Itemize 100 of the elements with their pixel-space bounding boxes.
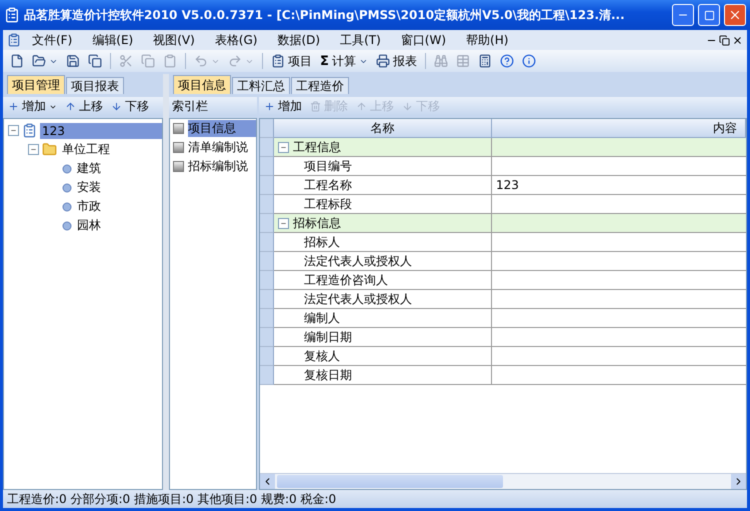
menu-item[interactable]: 表格(G) [206, 32, 266, 48]
undo-icon [194, 54, 208, 68]
toolbar-button[interactable]: 报表 [372, 51, 420, 71]
collapse-toggle[interactable] [8, 125, 19, 136]
document-icon [7, 33, 21, 47]
toolbar-button[interactable]: 下移 [109, 98, 151, 115]
row-header [260, 328, 274, 347]
toolbar-button[interactable]: 增加 [262, 98, 304, 115]
row-header [260, 214, 274, 233]
toolbar-button[interactable]: 增加 [6, 98, 59, 115]
status-bar: 工程造价:0 分部分项:0 措施项目:0 其他项目:0 规费:0 税金:0 [3, 490, 747, 508]
index-header: 索引栏 [169, 97, 257, 116]
menu-item[interactable]: 数据(D) [268, 32, 330, 48]
table-cell: 复核日期 [274, 366, 492, 385]
tab[interactable]: 工程造价 [291, 77, 349, 94]
binoculars-icon [434, 54, 448, 68]
window-title: 品茗胜算造价计控软件2010 V5.0.0.7371 - [C:\PinMing\PMSS\2010定额杭州V5.0\我的工程\123.清... [24, 6, 626, 24]
square-icon [173, 161, 184, 172]
tree-item[interactable]: 安装 [75, 178, 103, 197]
close-icon[interactable] [732, 34, 743, 46]
toolbar-button[interactable]: Σ 计算 [317, 51, 371, 71]
row-header [260, 290, 274, 309]
menu-item[interactable]: 工具(T) [331, 32, 390, 48]
menu-item[interactable]: 编辑(E) [83, 32, 142, 48]
column-header: 名称 [274, 119, 492, 138]
column-header: 内容 [492, 119, 746, 138]
calculator-icon [478, 54, 492, 68]
table-cell: 工程名称 [274, 176, 492, 195]
restore-icon[interactable] [719, 34, 730, 46]
plus-icon [264, 101, 275, 112]
menu-item[interactable]: 文件(F) [23, 32, 82, 48]
plus-icon [8, 101, 19, 112]
info-icon [522, 54, 536, 68]
table-cell: 复核人 [274, 347, 492, 366]
maximize-button[interactable] [698, 4, 720, 26]
bullet-icon [62, 220, 72, 230]
scroll-thumb[interactable] [277, 475, 503, 488]
tab[interactable]: 工料汇总 [232, 77, 290, 94]
menu-item[interactable]: 窗口(W) [392, 32, 456, 48]
row-header [260, 271, 274, 290]
table-cell: 编制日期 [274, 328, 492, 347]
scissors-icon [119, 54, 133, 68]
minus-icon [10, 127, 17, 134]
maximize-icon [704, 10, 714, 20]
row-header [260, 309, 274, 328]
close-icon [728, 8, 742, 22]
index-item[interactable]: 招标编制说 [188, 158, 256, 175]
menu-item[interactable]: 帮助(H) [457, 32, 518, 48]
minus-icon [30, 146, 37, 153]
printer-icon [376, 54, 390, 68]
index-item[interactable]: 项目信息 [188, 120, 256, 137]
tree-item[interactable]: 建筑 [75, 159, 103, 178]
row-header [260, 347, 274, 366]
horizontal-scrollbar[interactable] [260, 473, 746, 489]
tree-item[interactable]: 单位工程 [60, 140, 112, 159]
tree-item[interactable]: 市政 [75, 197, 103, 216]
clipboard-icon [163, 54, 177, 68]
toolbar-button[interactable]: 上移 [63, 98, 105, 115]
square-icon [173, 142, 184, 153]
folder-icon [32, 54, 46, 68]
menu-item[interactable]: 视图(V) [144, 32, 204, 48]
bullet-icon [62, 164, 72, 174]
group-name: 工程信息 [293, 138, 341, 156]
table-cell: 项目编号 [274, 157, 492, 176]
table-cell: 工程造价咨询人 [274, 271, 492, 290]
index-item[interactable]: 清单编制说 [188, 139, 256, 156]
tree-item[interactable]: 园林 [75, 216, 103, 235]
tab[interactable]: 项目管理 [7, 75, 65, 94]
new-file-icon [10, 54, 24, 68]
row-header [260, 138, 274, 157]
square-icon [173, 123, 184, 134]
row-header [260, 195, 274, 214]
redo-icon [228, 54, 242, 68]
row-header [260, 157, 274, 176]
collapse-toggle[interactable] [28, 144, 39, 155]
collapse-toggle[interactable] [278, 218, 289, 228]
group-name: 招标信息 [293, 214, 341, 232]
toolbar-button[interactable]: 项目 [268, 51, 315, 71]
project-icon [22, 123, 37, 138]
tab[interactable]: 项目信息 [173, 75, 231, 94]
arrow-down-icon [111, 101, 122, 112]
collapse-toggle[interactable] [278, 142, 289, 152]
minimize-button[interactable] [672, 4, 694, 26]
copy-icon [141, 54, 155, 68]
folder-icon [42, 142, 57, 157]
tree-item[interactable]: 123 [40, 122, 162, 138]
table-icon [456, 54, 470, 68]
list-icon [271, 54, 285, 68]
save-icon [66, 54, 80, 68]
arrow-up-icon [356, 101, 367, 112]
row-header [260, 119, 274, 138]
tab[interactable]: 项目报表 [66, 77, 124, 94]
row-header [260, 233, 274, 252]
row-header [260, 252, 274, 271]
close-button[interactable] [724, 4, 746, 26]
table-cell: 编制人 [274, 309, 492, 328]
table-cell: 工程标段 [274, 195, 492, 214]
row-header [260, 176, 274, 195]
arrow-up-icon [65, 101, 76, 112]
help-icon [500, 54, 514, 68]
